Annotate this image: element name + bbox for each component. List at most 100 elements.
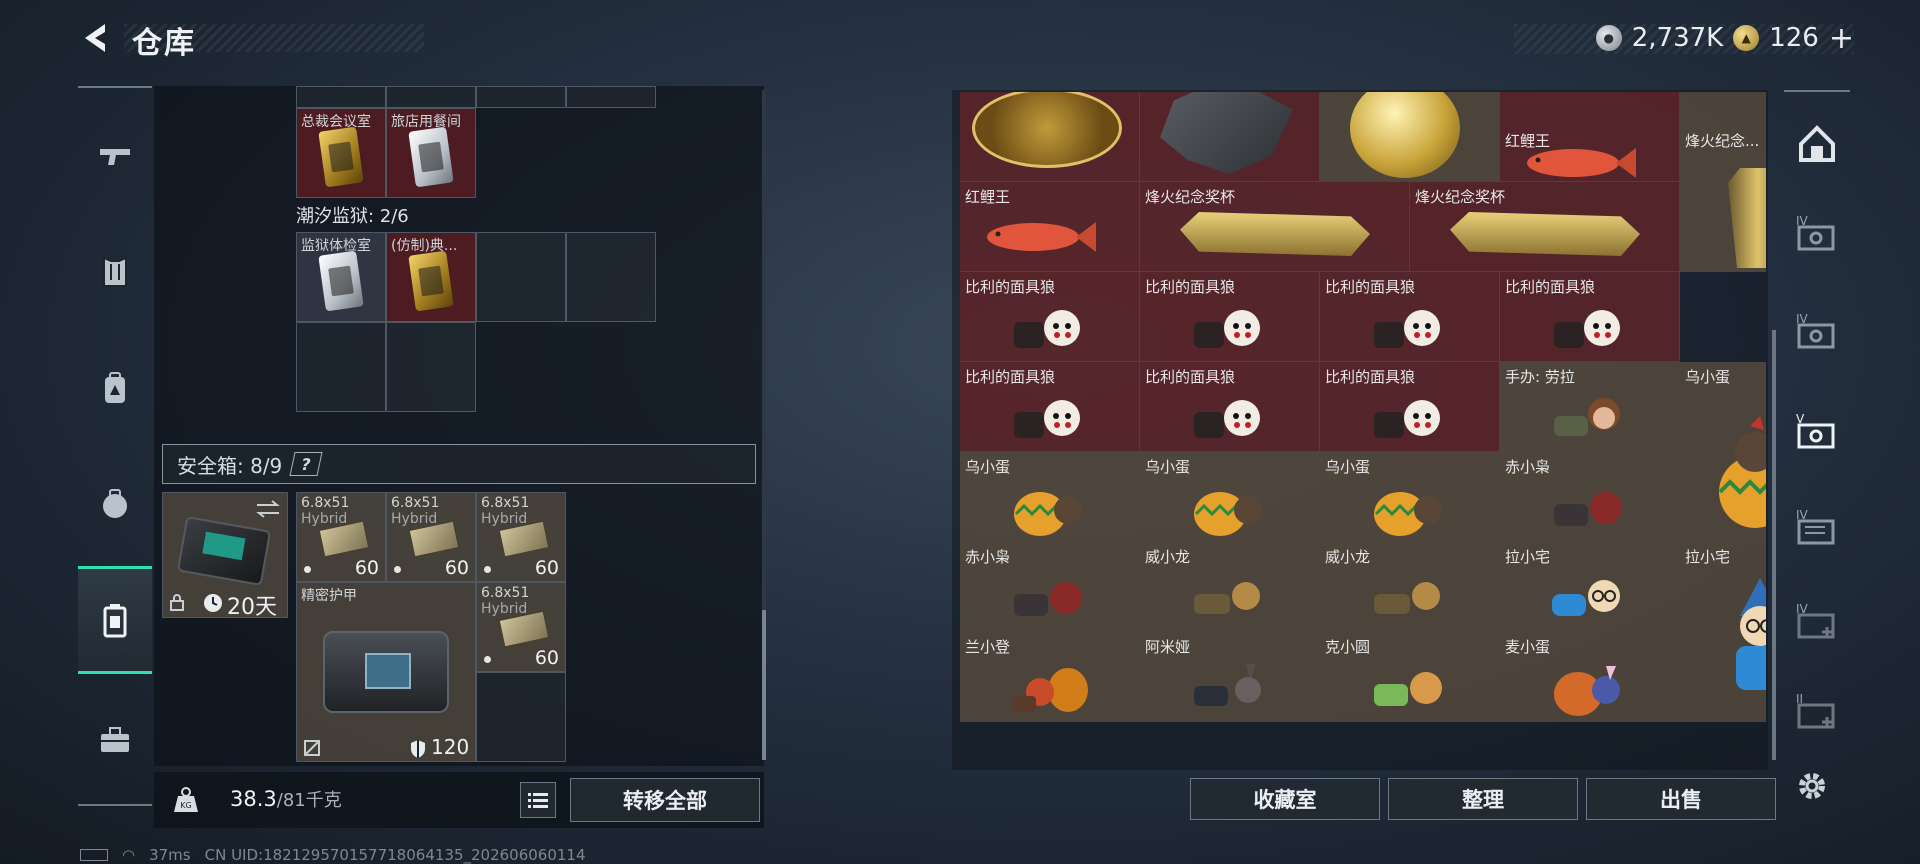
nav-storage-tier[interactable]: IV (1792, 214, 1842, 258)
empty-key-slot[interactable] (296, 322, 386, 412)
add-currency-button[interactable]: + (1829, 21, 1854, 56)
item-label: 乌小蛋 (965, 458, 1011, 476)
keycard-gold-image (318, 126, 364, 187)
shield-icon (411, 740, 425, 758)
warehouse-item[interactable]: 烽火纪念... (1680, 92, 1766, 272)
warehouse-scrollbar[interactable] (1772, 330, 1776, 760)
uid-text: CN UID:182129570157718064135_20260606011… (204, 846, 586, 864)
empty-key-slot[interactable] (476, 232, 566, 322)
page-title: 仓库 (132, 26, 196, 61)
warehouse-item[interactable]: 红鲤王 (960, 182, 1140, 272)
warehouse-item[interactable]: 赤小枭 (960, 542, 1140, 632)
tier-label: V (1796, 412, 1805, 426)
gold-egg-image (1350, 92, 1460, 178)
warehouse-item[interactable]: 比利的面具狼 (1320, 272, 1500, 362)
warehouse-item[interactable]: 乌小蛋 (1140, 452, 1320, 542)
item-label: 旅店用餐间 (391, 114, 461, 130)
nav-backpack[interactable] (78, 348, 152, 428)
rarity-dot (394, 566, 401, 573)
warehouse-item[interactable]: 比利的面具狼 (1320, 362, 1500, 452)
warehouse-item[interactable]: 拉小宅 (1500, 542, 1680, 632)
warehouse-item[interactable]: 比利的面具狼 (960, 272, 1140, 362)
warehouse-item[interactable]: 阿米娅 (1140, 632, 1320, 722)
warehouse-item[interactable]: 赤小枭 (1500, 452, 1680, 542)
warehouse-item[interactable]: 烽火纪念奖杯 (1410, 182, 1680, 272)
warehouse-item[interactable]: 比利的面具狼 (960, 362, 1140, 452)
warehouse-item[interactable]: 克小圆 (1320, 632, 1500, 722)
safe-box-image (176, 515, 272, 587)
ammo-count: 60 (534, 557, 559, 579)
warehouse-item[interactable]: 乌小蛋 (1320, 452, 1500, 542)
ammo-count: 60 (354, 557, 379, 579)
empty-key-slot[interactable] (566, 232, 656, 322)
nav-bag[interactable] (78, 464, 152, 544)
nav-case[interactable] (78, 566, 152, 674)
tier-label: IV (1796, 508, 1808, 522)
warehouse-item[interactable] (1140, 92, 1320, 182)
nav-weapon[interactable] (78, 116, 152, 196)
item-label: 监狱体检室 (301, 238, 371, 254)
back-button[interactable] (78, 18, 114, 58)
scroll-track[interactable] (762, 90, 766, 760)
warehouse-item[interactable]: 拉小宅 (1680, 542, 1766, 722)
ammo-item[interactable]: 6.8x51 Hybrid 60 (386, 492, 476, 582)
key-slot[interactable] (476, 86, 566, 108)
ammo-item[interactable]: 6.8x51 Hybrid 60 (476, 492, 566, 582)
empty-safe-slot[interactable] (476, 672, 566, 762)
warehouse-item[interactable]: 乌小蛋 (960, 452, 1140, 542)
safe-box-container[interactable]: 20天 (162, 492, 288, 620)
item-label: 赤小枭 (965, 548, 1011, 566)
round-figure-image (1374, 672, 1442, 706)
egg-figure-image (1374, 492, 1442, 536)
help-button[interactable]: ? (289, 452, 323, 476)
settings-button[interactable] (1792, 766, 1832, 806)
nav-storage-tier[interactable]: IV (1792, 508, 1842, 552)
warehouse-item[interactable]: 比利的面具狼 (1140, 272, 1320, 362)
item-label: 比利的面具狼 (1325, 278, 1416, 296)
ammo-item[interactable]: 6.8x51 Hybrid 60 (476, 582, 566, 672)
item-label: 烽火纪念奖杯 (1145, 188, 1236, 206)
keycard-item[interactable]: (仿制)典... (386, 232, 476, 322)
sort-button[interactable]: 整理 (1388, 778, 1578, 820)
empty-key-slot[interactable] (386, 322, 476, 412)
keycard-item[interactable]: 总裁会议室 (296, 108, 386, 198)
armor-item[interactable]: 精密护甲 120 (296, 582, 476, 762)
nav-storage-tier[interactable]: IV (1792, 312, 1842, 356)
sell-button[interactable]: 出售 (1586, 778, 1776, 820)
keycard-item[interactable]: 旅店用餐间 (386, 108, 476, 198)
warehouse-item[interactable]: 兰小登 (960, 632, 1140, 722)
puppet-figure-image (1554, 310, 1620, 348)
nav-storage-tier[interactable]: IV (1792, 602, 1842, 646)
warehouse-item[interactable]: 红鲤王 (1500, 92, 1680, 182)
gear-icon (1799, 773, 1825, 799)
nav-toolbox[interactable] (78, 700, 152, 780)
warehouse-item[interactable]: 乌小蛋 (1680, 362, 1766, 542)
transfer-all-button[interactable]: 转移全部 (570, 778, 760, 822)
list-view-button[interactable] (520, 782, 556, 818)
warehouse-item[interactable] (1320, 92, 1500, 182)
nav-storage-tier-active[interactable]: V (1792, 412, 1842, 456)
nav-storage-tier[interactable]: II (1792, 692, 1842, 736)
nav-home-storage[interactable] (1792, 122, 1842, 166)
ammo-item[interactable]: 6.8x51 Hybrid 60 (296, 492, 386, 582)
warehouse-item[interactable]: 威小龙 (1140, 542, 1320, 632)
safe-box-header: 安全箱: 8/9 ? (162, 444, 756, 484)
left-category-nav (78, 86, 152, 806)
key-slot[interactable] (296, 86, 386, 108)
warehouse-item[interactable]: 麦小蛋 (1500, 632, 1680, 722)
key-slot[interactable] (566, 86, 656, 108)
scroll-thumb[interactable] (762, 610, 766, 760)
warehouse-item[interactable]: 手办: 劳拉 (1500, 362, 1680, 452)
warehouse-item[interactable] (960, 92, 1140, 182)
warehouse-item[interactable]: 比利的面具狼 (1140, 362, 1320, 452)
warehouse-item[interactable]: 威小龙 (1320, 542, 1500, 632)
keycard-item[interactable]: 监狱体检室 (296, 232, 386, 322)
warehouse-item[interactable]: 烽火纪念奖杯 (1140, 182, 1410, 272)
key-slot[interactable] (386, 86, 476, 108)
safe-box-label: 安全箱: 8/9 (177, 453, 283, 478)
collection-room-button[interactable]: 收藏室 (1190, 778, 1380, 820)
nav-armor[interactable] (78, 232, 152, 312)
warehouse-item[interactable]: 比利的面具狼 (1500, 272, 1680, 362)
house-icon (1799, 125, 1835, 162)
safe-box-days: 20天 (227, 595, 277, 620)
